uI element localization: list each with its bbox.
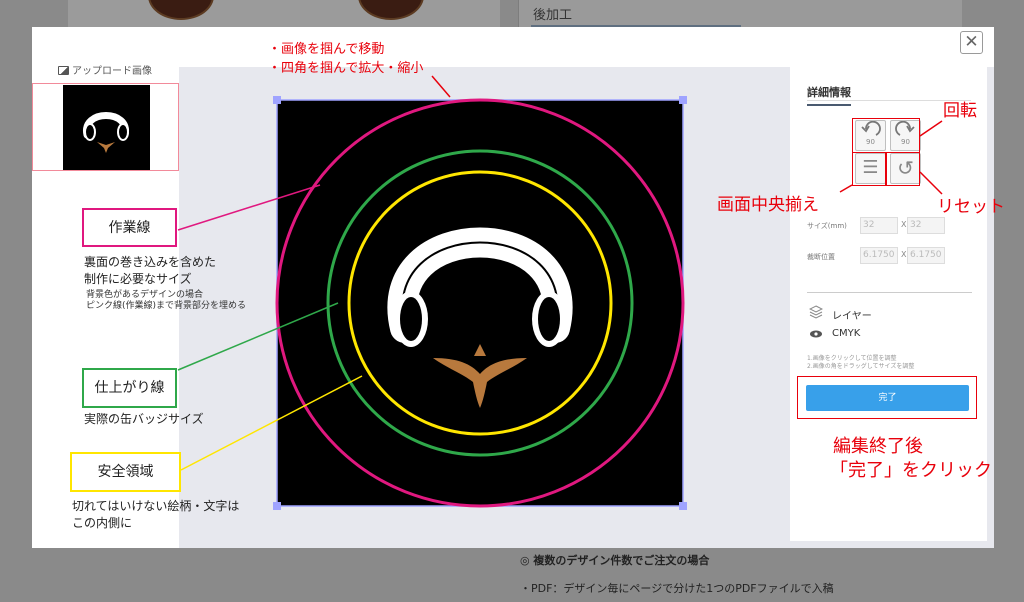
screen: 後加工 ◎ 複数のデザイン件数でご注文の場合 ・PDF：デザイン毎にページで分け…	[0, 0, 1024, 602]
rotate-highlight	[852, 118, 920, 153]
work-line-desc-2: 制作に必要なサイズ	[84, 272, 192, 286]
work-line-sub-2: ピンク線(作業線)まで背景部分を埋める	[86, 301, 247, 311]
reset-highlight	[886, 152, 920, 186]
safe-area-desc-2: この内側に	[72, 516, 133, 530]
work-line-desc-1: 裏面の巻き込みを含めた	[84, 255, 217, 269]
done-annotation-1: 編集終了後	[833, 436, 923, 457]
move-instruction: ・画像を掴んで移動	[268, 42, 385, 57]
safe-area-label: 安全領域	[70, 452, 181, 492]
done-highlight	[797, 376, 977, 419]
work-line-label: 作業線	[82, 208, 177, 247]
resize-instruction: ・四角を掴んで拡大・縮小	[268, 61, 424, 76]
rotate-annotation: 回転	[943, 101, 977, 121]
safe-area-desc-1: 切れてはいけない絵柄・文字は	[72, 499, 240, 513]
reset-annotation: リセット	[937, 197, 1005, 217]
finish-line-desc: 実際の缶バッジサイズ	[84, 412, 204, 426]
center-annotation: 画面中央揃え	[717, 195, 819, 215]
finish-line-label: 仕上がり線	[82, 368, 177, 408]
center-highlight	[852, 152, 886, 186]
done-annotation-2: 「完了」をクリック	[830, 460, 992, 481]
work-line-sub-1: 背景色があるデザインの場合	[86, 290, 204, 300]
